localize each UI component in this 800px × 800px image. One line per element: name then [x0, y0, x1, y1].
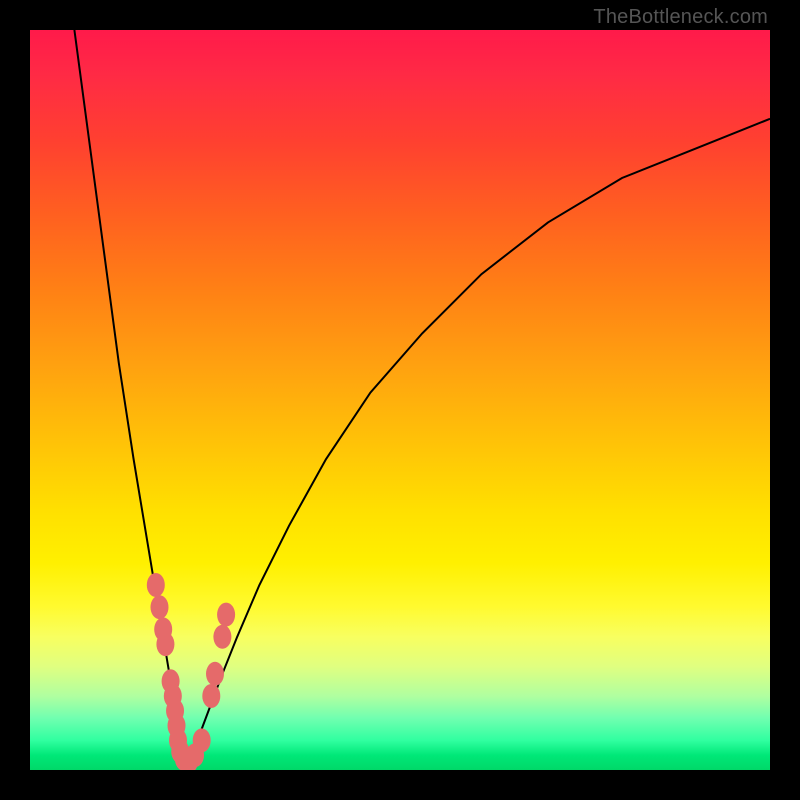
marker-point	[147, 573, 165, 597]
marker-point	[193, 728, 211, 752]
marker-point	[217, 603, 235, 627]
chart-container: TheBottleneck.com	[0, 0, 800, 800]
curve-left-curve	[74, 30, 186, 770]
marker-point	[156, 632, 174, 656]
marker-point	[206, 662, 224, 686]
marker-group	[147, 573, 235, 770]
marker-point	[151, 595, 169, 619]
watermark-text: TheBottleneck.com	[593, 6, 768, 29]
marker-point	[213, 625, 231, 649]
marker-point	[202, 684, 220, 708]
plot-area	[30, 30, 770, 770]
curve-group	[74, 30, 770, 770]
chart-svg	[30, 30, 770, 770]
curve-right-curve	[187, 119, 770, 770]
